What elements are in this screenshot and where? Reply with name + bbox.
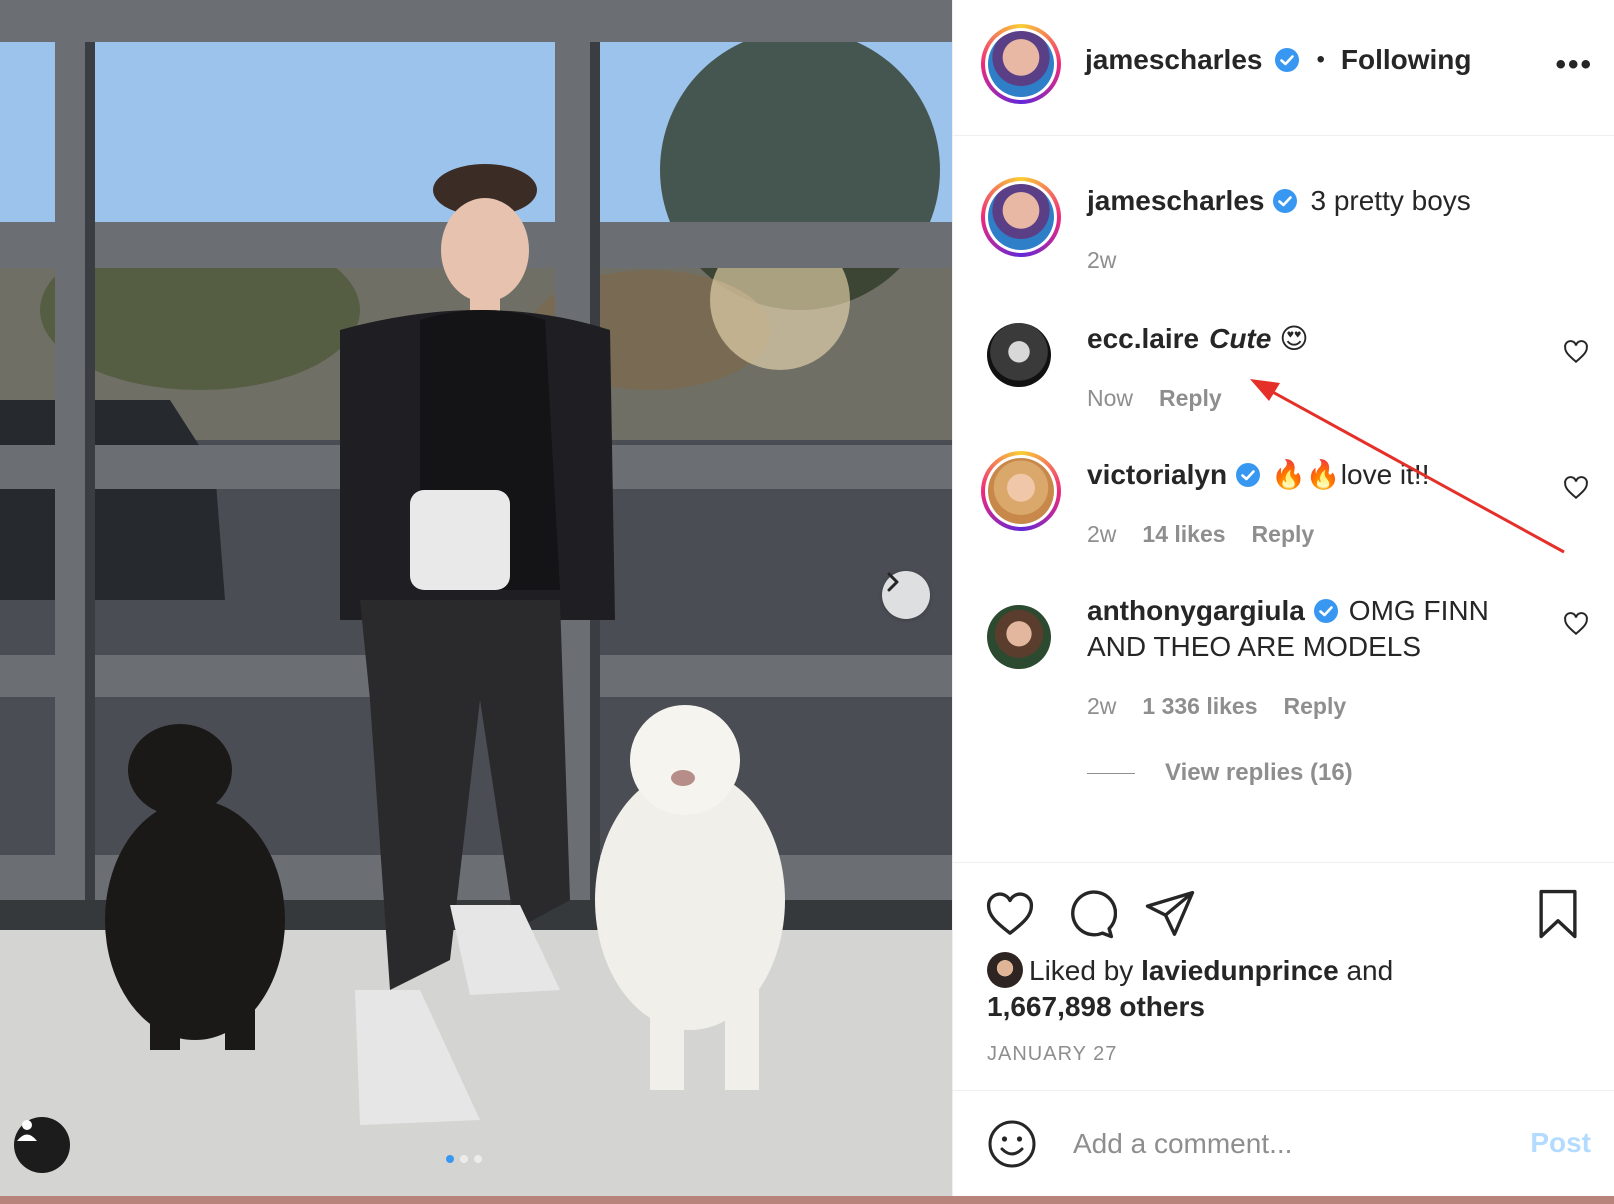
- comment-username[interactable]: victorialyn: [1087, 459, 1227, 490]
- carousel-dots: [446, 1155, 482, 1163]
- comments-section: jamescharles 3 pretty boys 2w ecc.laire Cu…: [953, 137, 1614, 861]
- post-header: jamescharles • Following •••: [953, 0, 1614, 136]
- post-sidebar: jamescharles • Following ••• jamescharle…: [952, 0, 1614, 1196]
- action-bar: [953, 862, 1614, 939]
- comment-meta-3: 2w 1 336 likes Reply: [1087, 693, 1346, 720]
- liker-avatar[interactable]: [987, 952, 1023, 988]
- comment-body: Cute: [1209, 323, 1272, 354]
- commenter-avatar-victorialyn[interactable]: [981, 451, 1061, 531]
- like-comment-heart-icon[interactable]: [1563, 475, 1589, 501]
- verified-badge-icon: [1275, 48, 1300, 72]
- next-photo-button[interactable]: [882, 571, 930, 619]
- verified-badge-icon: [1313, 599, 1338, 623]
- tagged-users-button[interactable]: [14, 1117, 70, 1173]
- author-username[interactable]: jamescharles: [1085, 44, 1262, 76]
- caption-time: 2w: [1087, 247, 1117, 273]
- comment-text-1: ecc.laire Cute 😍: [1087, 321, 1547, 357]
- more-options-button[interactable]: •••: [1555, 48, 1593, 82]
- reply-button[interactable]: Reply: [1252, 521, 1315, 548]
- share-paper-plane-icon[interactable]: [1143, 887, 1197, 941]
- likes-count[interactable]: 1,667,898 others: [987, 991, 1205, 1022]
- like-comment-heart-icon[interactable]: [1563, 339, 1589, 365]
- comment-meta-1: Now Reply: [1087, 385, 1222, 412]
- comment-bubble-icon[interactable]: [1063, 887, 1117, 941]
- reply-button[interactable]: Reply: [1159, 385, 1222, 412]
- comment-input[interactable]: [1071, 1119, 1495, 1169]
- carousel-dot: [474, 1155, 482, 1163]
- photo-scene: [0, 0, 952, 1196]
- comment-likes[interactable]: 1 336 likes: [1142, 693, 1257, 720]
- comment-composer: Post: [953, 1090, 1614, 1197]
- view-replies-button[interactable]: View replies (16): [1087, 759, 1353, 787]
- like-heart-icon[interactable]: [983, 887, 1037, 941]
- caption-text: jamescharles 3 pretty boys: [1087, 183, 1547, 219]
- author-avatar[interactable]: [981, 24, 1061, 104]
- comment-likes[interactable]: 14 likes: [1142, 521, 1225, 548]
- comment-text-3: anthonygargiula OMG FINN AND THEO ARE MOD…: [1087, 593, 1547, 665]
- reply-button[interactable]: Reply: [1284, 693, 1347, 720]
- comment-time: Now: [1087, 385, 1134, 411]
- post-photo[interactable]: [0, 0, 952, 1196]
- comment-username[interactable]: anthonygargiula: [1087, 595, 1305, 626]
- post-date[interactable]: JANUARY 27: [987, 1043, 1117, 1066]
- follow-button[interactable]: Following: [1341, 44, 1472, 76]
- like-comment-heart-icon[interactable]: [1563, 611, 1589, 637]
- caption-username[interactable]: jamescharles: [1087, 185, 1264, 216]
- verified-badge-icon: [1236, 463, 1261, 487]
- likes-prefix: Liked by: [1029, 955, 1134, 986]
- carousel-dot: [460, 1155, 468, 1163]
- save-bookmark-icon[interactable]: [1531, 887, 1585, 941]
- commenter-avatar-ecc-laire[interactable]: [987, 323, 1051, 387]
- comment-emoji: 😍: [1279, 323, 1309, 354]
- chevron-right-icon: [887, 572, 899, 592]
- view-replies-line: [1087, 772, 1135, 774]
- comment-text-2: victorialyn 🔥🔥love it!!: [1087, 457, 1547, 493]
- caption-meta: 2w: [1087, 247, 1116, 274]
- likes-summary: Liked by laviedunprince and 1,667,898 ot…: [987, 952, 1393, 1025]
- comment-time: 2w: [1087, 521, 1117, 547]
- comment-time: 2w: [1087, 693, 1117, 719]
- verified-badge-icon: [1273, 189, 1298, 213]
- emoji-picker-icon[interactable]: [987, 1119, 1037, 1169]
- caption-body: 3 pretty boys: [1310, 185, 1471, 216]
- carousel-dot-active: [446, 1155, 454, 1163]
- liker-username[interactable]: laviedunprince: [1141, 955, 1339, 986]
- comment-body: 🔥🔥love it!!: [1271, 459, 1430, 490]
- separator-dot: •: [1316, 46, 1325, 73]
- user-tag-icon: [17, 1120, 37, 1141]
- likes-and: and: [1346, 955, 1394, 986]
- comment-username[interactable]: ecc.laire: [1087, 323, 1199, 354]
- bottom-strip: [0, 1196, 1614, 1204]
- comment-meta-2: 2w 14 likes Reply: [1087, 521, 1314, 548]
- view-replies-label: View replies (16): [1165, 759, 1353, 786]
- post-comment-button[interactable]: Post: [1530, 1127, 1591, 1159]
- commenter-avatar-anthonygargiula[interactable]: [987, 605, 1051, 669]
- caption-avatar[interactable]: [981, 177, 1061, 257]
